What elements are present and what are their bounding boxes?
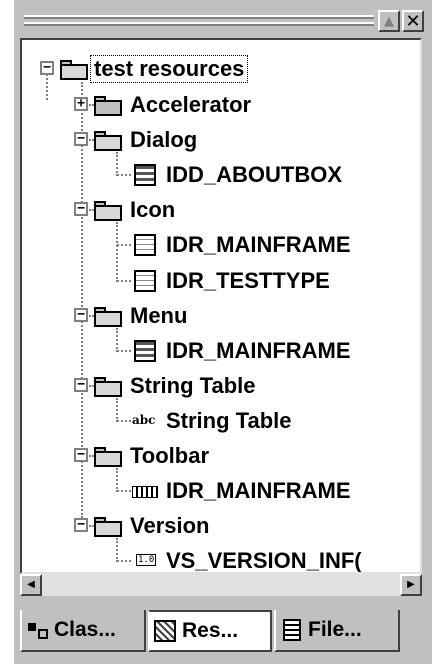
tree-node-idd-aboutbox[interactable]: IDD_ABOUTBOX xyxy=(130,160,342,190)
arrow-right-icon: ▶ xyxy=(407,579,415,590)
tree-connector xyxy=(116,538,118,562)
folder-icon xyxy=(94,94,124,116)
tree-node-label: IDR_MAINFRAME xyxy=(166,338,351,363)
tab-label: File... xyxy=(308,618,362,641)
tree-connector xyxy=(117,244,131,246)
tree-node-icon[interactable]: Icon xyxy=(94,195,175,225)
tree-node-test-resources[interactable]: test resources xyxy=(60,54,249,84)
tab-file-view[interactable]: File... xyxy=(274,610,400,652)
tree-connector xyxy=(116,468,118,492)
accelerator-expander[interactable]: + xyxy=(74,97,88,111)
tree-connector xyxy=(117,280,131,282)
tree-node-toolbar[interactable]: Toolbar xyxy=(94,441,209,471)
maximize-icon: ▲ xyxy=(384,13,394,29)
toolbar-expander[interactable]: − xyxy=(74,448,88,462)
menu-icon xyxy=(130,340,160,362)
grip-line xyxy=(24,15,374,19)
tree-node-label: Dialog xyxy=(130,127,198,152)
maximize-button[interactable]: ▲ xyxy=(378,10,400,32)
arrow-left-icon: ◀ xyxy=(27,579,35,590)
tree-node-label: String Table xyxy=(166,408,292,433)
tree-node-label: Toolbar xyxy=(130,443,210,468)
tree-node-idr-mainframe-menu[interactable]: IDR_MAINFRAME xyxy=(130,336,351,366)
title-grip[interactable] xyxy=(24,14,374,30)
abc-icon: abc xyxy=(132,413,156,427)
tab-label: Clas... xyxy=(54,618,116,641)
grip-line xyxy=(24,22,374,26)
tree-connector xyxy=(117,350,131,352)
dialog-expander[interactable]: − xyxy=(74,132,88,146)
tree-connector xyxy=(117,420,131,422)
tree-node-label: IDR_MAINFRAME xyxy=(166,478,351,503)
tree-node-idr-mainframe-icon[interactable]: IDR_MAINFRAME xyxy=(130,230,351,260)
file-view-icon xyxy=(280,619,304,641)
close-icon: ✕ xyxy=(405,10,421,32)
tree-node-label: Menu xyxy=(130,303,188,328)
version-icon: 1.0 xyxy=(136,554,157,566)
tree-connector xyxy=(117,560,131,562)
resource-view-icon xyxy=(154,620,178,642)
tree-node-dialog[interactable]: Dialog xyxy=(94,125,197,155)
tree-node-version[interactable]: Version xyxy=(94,511,209,541)
open-folder-icon xyxy=(94,515,124,537)
open-folder-icon xyxy=(94,375,124,397)
scroll-left-button[interactable]: ◀ xyxy=(20,574,42,596)
open-folder-icon xyxy=(94,129,124,151)
tree-node-menu[interactable]: Menu xyxy=(94,301,187,331)
version-expander[interactable]: − xyxy=(74,518,88,532)
tree-node-label: IDR_TESTTYPE xyxy=(166,268,330,293)
tree-connector xyxy=(116,398,118,422)
tree-node-string-table-folder[interactable]: String Table xyxy=(94,371,256,401)
open-folder-icon xyxy=(94,305,124,327)
icon-resource-icon xyxy=(130,234,160,256)
resource-tree[interactable]: − test resources + Accelerator − Dialog … xyxy=(20,38,422,574)
tree-node-label: VS_VERSION_INF( xyxy=(166,548,362,573)
open-folder-icon xyxy=(94,445,124,467)
tree-connector xyxy=(116,328,118,352)
resource-view-window: ▲ ✕ − test resources + Accelerator − Dia… xyxy=(14,0,432,664)
tab-resource-view[interactable]: Res... xyxy=(148,610,272,652)
open-folder-icon xyxy=(94,199,124,221)
horizontal-scrollbar[interactable]: ◀ ▶ xyxy=(20,574,422,596)
toolbar-icon xyxy=(130,480,160,502)
view-tabs: Clas... Res... File... xyxy=(20,610,422,654)
close-button[interactable]: ✕ xyxy=(402,10,424,32)
tab-class-view[interactable]: Clas... xyxy=(20,610,146,652)
tree-node-idr-mainframe-toolbar[interactable]: IDR_MAINFRAME xyxy=(130,476,351,506)
tree-node-label: Accelerator xyxy=(130,92,252,117)
icon-expander[interactable]: − xyxy=(74,202,88,216)
dialog-icon xyxy=(130,164,160,186)
tree-connector xyxy=(116,222,118,282)
tree-connector xyxy=(117,490,131,492)
tab-label: Res... xyxy=(182,619,239,642)
string-table-expander[interactable]: − xyxy=(74,378,88,392)
open-folder-icon xyxy=(60,58,90,80)
tree-node-label: Version xyxy=(130,513,210,538)
tree-node-label: Icon xyxy=(130,197,176,222)
class-view-icon xyxy=(26,619,50,641)
tree-connector xyxy=(46,74,48,100)
icon-resource-icon xyxy=(130,270,160,292)
tree-node-accelerator[interactable]: Accelerator xyxy=(94,90,251,120)
tree-node-vs-version-info[interactable]: 1.0 VS_VERSION_INF( xyxy=(130,546,362,573)
scroll-right-button[interactable]: ▶ xyxy=(400,574,422,596)
tree-node-label: test resources xyxy=(90,55,249,83)
tree-node-label: IDR_MAINFRAME xyxy=(166,232,351,257)
root-expander[interactable]: − xyxy=(40,61,54,75)
menu-expander[interactable]: − xyxy=(74,308,88,322)
tree-connector xyxy=(116,152,118,176)
tree-node-string-table[interactable]: abc String Table xyxy=(130,406,292,436)
tree-node-idr-testtype[interactable]: IDR_TESTTYPE xyxy=(130,266,330,296)
tree-connector xyxy=(117,174,131,176)
tree-node-label: String Table xyxy=(130,373,256,398)
tree-node-label: IDD_ABOUTBOX xyxy=(166,162,343,187)
